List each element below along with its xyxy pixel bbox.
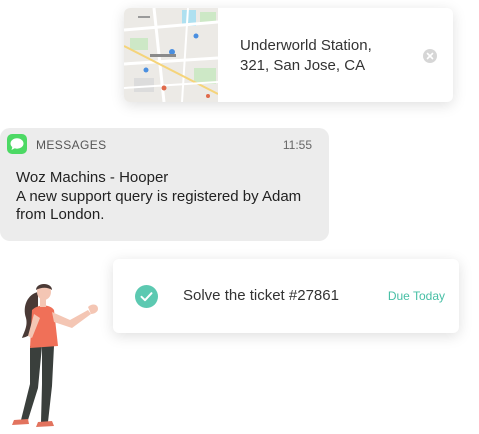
location-card[interactable]: Underworld Station, 321, San Jose, CA: [124, 8, 453, 102]
map-thumbnail[interactable]: [124, 8, 218, 102]
task-due-label: Due Today: [387, 289, 445, 303]
address-line-2: 321, San Jose, CA: [240, 57, 366, 74]
task-card[interactable]: Solve the ticket #27861 Due Today: [113, 259, 459, 333]
notification-time: 11:55: [282, 138, 312, 152]
messages-bubble-icon: [7, 134, 27, 154]
notification-sender: Woz Machins - Hooper: [16, 169, 169, 186]
task-title: Solve the ticket #27861: [183, 287, 339, 304]
address-line-1: Underworld Station,: [240, 37, 372, 54]
woman-waving-illustration: [12, 284, 98, 427]
location-address: Underworld Station, 321, San Jose, CA: [240, 36, 420, 76]
notification-app-name: MESSAGES: [36, 138, 107, 152]
close-icon[interactable]: [423, 49, 437, 63]
messages-notification[interactable]: MESSAGES 11:55 Woz Machins - Hooper A ne…: [0, 128, 329, 241]
notification-body: A new support query is registered by Ada…: [16, 188, 302, 223]
check-circle-icon[interactable]: [135, 285, 158, 308]
